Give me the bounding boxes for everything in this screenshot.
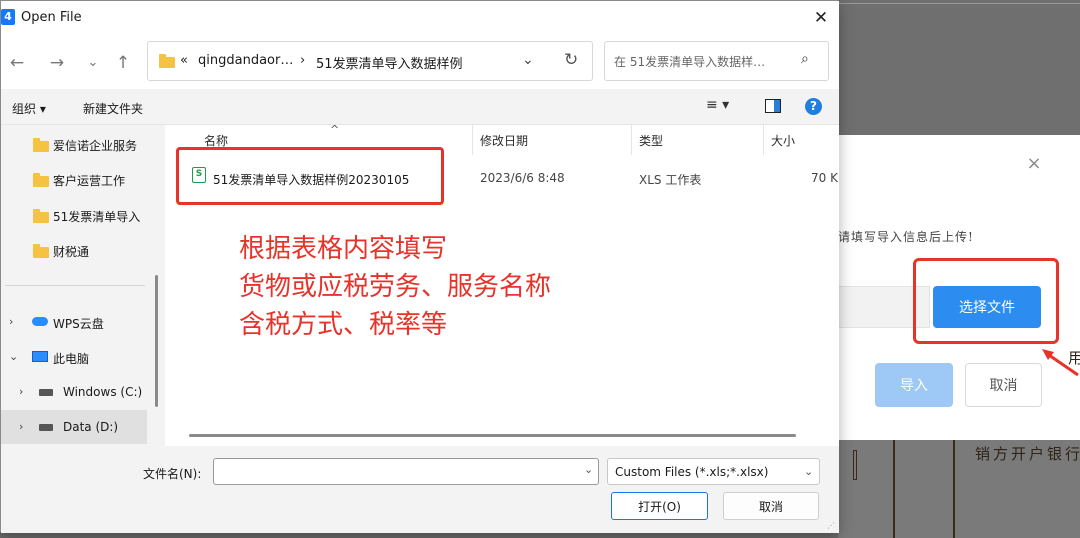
sidebar-item-label: 财税通 [53,245,90,259]
address-segment-parent[interactable]: qingdandaor… [198,53,293,68]
address-overflow[interactable]: « [180,53,188,68]
address-dropdown-chevron-icon[interactable]: ⌄ [522,52,534,68]
sidebar-item-wps-cloud[interactable]: › WPS云盘 [1,305,151,339]
annotation-line: 根据表格内容填写 [239,234,448,264]
sidebar-item-folder[interactable]: 财税通 [1,233,151,267]
expand-chevron-icon[interactable]: › [19,420,23,433]
dialog-footer: 文件名(N): ⌄ Custom Files (*.xls;*.xlsx) ⌄ … [1,446,839,533]
back-arrow-icon[interactable]: ← [5,53,29,73]
highlight-box-file [176,147,444,205]
app-icon: 4 [1,9,15,25]
address-segment-current[interactable]: 51发票清单导入数据样例 [316,53,463,72]
computer-icon [32,351,48,362]
import-hint-text: 请填写导入信息后上传! [838,230,974,244]
expand-chevron-icon[interactable]: › [19,385,23,398]
folder-icon [159,54,175,68]
collapse-chevron-icon[interactable]: ⌄ [9,350,18,363]
folder-icon [33,138,49,152]
red-arrow-icon [1042,349,1079,377]
folder-icon [33,173,49,187]
column-divider[interactable] [763,125,764,155]
sidebar-divider [5,285,145,286]
import-cancel-button[interactable]: 取消 [965,363,1042,407]
sidebar-item-folder[interactable]: 51发票清单导入 [1,198,151,232]
sidebar-item-label: 客户运营工作 [53,174,126,188]
resize-grip-icon[interactable]: ⋰ [827,521,837,531]
folder-icon [33,209,49,223]
title-bar: 4 Open File ✕ [1,1,839,35]
column-header-date[interactable]: 修改日期 [480,132,528,149]
annotation-text: 根据表格内容填写 货物或应税劳务、服务名称 含税方式、税率等 [239,230,551,344]
annotation-line: 货物或应税劳务、服务名称 [239,272,552,302]
refresh-icon[interactable]: ↻ [564,50,578,70]
sidebar-item-this-pc[interactable]: ⌄ 此电脑 [1,340,151,374]
up-arrow-icon[interactable]: ↑ [111,53,135,73]
close-icon[interactable]: ✕ [809,7,833,29]
import-dialog-close-icon[interactable]: × [1026,155,1042,173]
open-file-dialog: 4 Open File ✕ ← → ⌄ ↑ « qingdandaor… › 5… [0,0,839,533]
file-type-filter[interactable]: Custom Files (*.xls;*.xlsx) ⌄ [607,458,820,485]
sidebar-item-label: 51发票清单导入 [53,210,141,224]
expand-chevron-icon[interactable]: › [9,315,13,328]
file-type-filter-value: Custom Files (*.xls;*.xlsx) [615,465,769,479]
sidebar-item-label: Data (D:) [63,420,119,434]
sidebar-item-label: 此电脑 [53,352,90,366]
horizontal-scrollbar[interactable] [189,434,796,437]
new-folder-button[interactable]: 新建文件夹 [83,100,143,117]
column-header-type[interactable]: 类型 [639,132,663,149]
column-divider[interactable] [631,125,632,155]
search-icon[interactable]: ⌕ [801,51,809,67]
background-seller-bank-label: 销方开户银行 [975,445,1080,463]
sidebar-scrollbar[interactable] [155,275,158,407]
file-type: XLS 工作表 [639,173,702,187]
sidebar-item-folder[interactable]: 爱信诺企业服务 [1,127,151,161]
filename-label: 文件名(N): [143,467,202,481]
annotation-line: 含税方式、税率等 [239,310,448,340]
file-modified: 2023/6/6 8:48 [480,171,565,185]
view-options-icon[interactable]: ≡ ▾ [706,97,729,113]
sidebar-item-folder[interactable]: 客户运营工作 [1,162,151,196]
sort-ascending-icon: ^ [330,123,340,136]
dialog-title: Open File [21,10,82,25]
cancel-button[interactable]: 取消 [723,492,819,520]
filename-input[interactable] [213,458,599,485]
column-header-size[interactable]: 大小 [771,132,795,149]
sidebar-item-drive-c[interactable]: › Windows (C:) [1,375,151,409]
column-divider[interactable] [472,125,473,155]
cloud-icon [32,317,48,326]
file-size: 70 K [811,171,838,185]
toolbar: 组织 ▾ 新建文件夹 ≡ ▾ ? [1,89,839,125]
recent-locations-chevron-icon[interactable]: ⌄ [81,55,105,70]
forward-arrow-icon[interactable]: → [45,53,69,73]
address-separator: › [300,53,306,68]
navigation-pane: 爱信诺企业服务 客户运营工作 51发票清单导入 财税通 › WPS云盘 ⌄ 此电… [1,125,165,446]
search-box[interactable]: 在 51发票清单导入数据样… ⌕ [604,41,829,81]
organize-menu[interactable]: 组织 ▾ [12,100,46,117]
open-button[interactable]: 打开(O) [611,492,708,520]
filter-dropdown-chevron-icon: ⌄ [804,465,814,478]
sidebar-item-drive-d[interactable]: › Data (D:) [1,410,147,444]
folder-icon [33,244,49,258]
sidebar-item-label: WPS云盘 [53,317,104,331]
import-button[interactable]: 导入 [875,363,953,407]
drive-icon [39,389,53,396]
help-icon[interactable]: ? [805,98,822,115]
drive-icon [39,424,53,431]
search-placeholder: 在 51发票清单导入数据样… [614,55,766,69]
sidebar-item-label: 爱信诺企业服务 [53,139,138,153]
filename-dropdown-chevron-icon[interactable]: ⌄ [584,463,593,476]
preview-pane-icon[interactable] [765,99,781,113]
sidebar-item-label: Windows (C:) [63,385,143,399]
highlight-box-choose-file [913,258,1059,344]
